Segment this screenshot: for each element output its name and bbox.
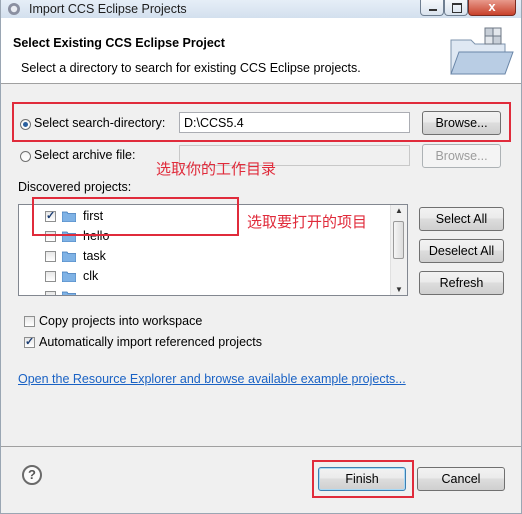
close-window-button[interactable]: x (468, 0, 516, 16)
copy-projects-checkbox[interactable] (24, 316, 35, 327)
list-item[interactable]: hello (45, 227, 245, 247)
project-name: clk (83, 269, 99, 283)
refresh-button[interactable]: Refresh (419, 271, 504, 295)
scroll-up-icon[interactable]: ▲ (395, 206, 403, 215)
auto-import-checkbox[interactable] (24, 335, 35, 348)
folder-icon (62, 211, 76, 222)
folder-icon (62, 231, 76, 242)
finish-button[interactable]: Finish (318, 467, 406, 491)
folder-icon (62, 251, 76, 262)
project-checkbox[interactable] (45, 251, 56, 262)
page-description: Select a directory to search for existin… (21, 61, 361, 75)
list-item[interactable]: task (45, 247, 245, 267)
resource-explorer-link[interactable]: Open the Resource Explorer and browse av… (18, 372, 406, 386)
list-item[interactable]: clk (45, 267, 245, 287)
copy-projects-label: Copy projects into workspace (39, 314, 203, 328)
window-title: Import CCS Eclipse Projects (29, 2, 187, 16)
folder-icon (62, 291, 76, 295)
maximize-button[interactable] (444, 0, 468, 16)
title-bar: Import CCS Eclipse Projects x (1, 0, 521, 18)
project-checkbox[interactable] (45, 209, 56, 222)
search-directory-field[interactable]: D:\CCS5.4 (179, 112, 410, 133)
import-wizard-icon (450, 27, 514, 75)
list-item[interactable]: first (45, 207, 245, 227)
minimize-button[interactable] (420, 0, 444, 16)
project-name: hello (83, 229, 110, 243)
scroll-down-icon[interactable]: ▼ (395, 285, 403, 294)
discovered-projects-label: Discovered projects: (18, 180, 132, 194)
import-dialog: Import CCS Eclipse Projects x Select Exi… (0, 0, 522, 514)
select-project-annotation: 选取要打开的项目 (247, 214, 368, 231)
project-name: first (83, 209, 104, 223)
eclipse-app-icon (8, 3, 20, 15)
project-checkbox[interactable] (45, 271, 56, 282)
wizard-header: Select Existing CCS Eclipse Project Sele… (1, 18, 521, 84)
page-title: Select Existing CCS Eclipse Project (13, 36, 225, 50)
footer-divider (1, 446, 521, 447)
archive-file-label: Select archive file: (34, 148, 136, 162)
project-checkbox[interactable] (45, 291, 56, 295)
browse-directory-button[interactable]: Browse... (422, 111, 501, 135)
search-directory-radio[interactable] (20, 119, 31, 130)
folder-icon (62, 271, 76, 282)
auto-import-label: Automatically import referenced projects (39, 335, 263, 349)
list-item[interactable] (45, 287, 245, 295)
search-directory-label: Select search-directory: (34, 116, 166, 130)
browse-archive-button[interactable]: Browse... (422, 144, 501, 168)
help-icon[interactable]: ? (22, 465, 42, 485)
select-directory-annotation: 选取你的工作目录 (156, 161, 277, 178)
scrollbar-thumb[interactable] (393, 221, 404, 259)
project-checkbox[interactable] (45, 231, 56, 242)
archive-file-radio[interactable] (20, 151, 31, 162)
close-icon: x (488, 0, 496, 14)
cancel-button[interactable]: Cancel (417, 467, 505, 491)
deselect-all-button[interactable]: Deselect All (419, 239, 504, 263)
select-all-button[interactable]: Select All (419, 207, 504, 231)
projects-scrollbar[interactable]: ▲ ▼ (390, 205, 407, 295)
project-name: task (83, 249, 106, 263)
